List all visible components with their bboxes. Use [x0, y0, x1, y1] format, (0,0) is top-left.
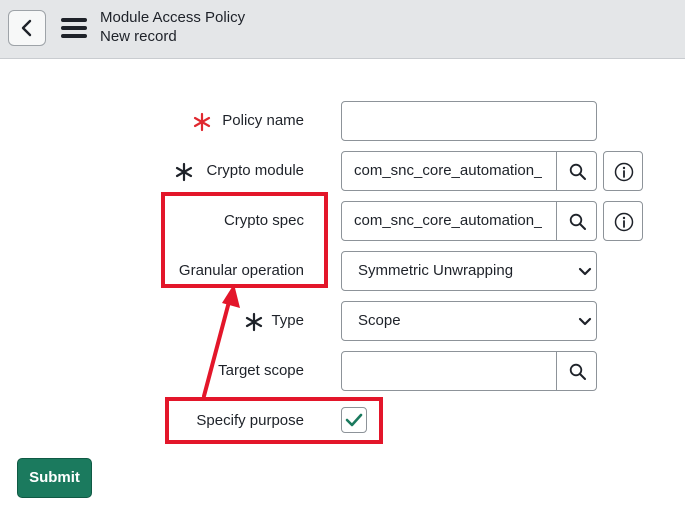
- hamburger-menu-icon[interactable]: [61, 18, 87, 38]
- required-asterisk-icon: [175, 162, 193, 182]
- crypto-module-info-button[interactable]: [603, 151, 643, 191]
- crypto-spec-value: com_snc_core_automation_: [354, 212, 542, 229]
- target-scope-lookup-button[interactable]: [557, 352, 597, 390]
- granular-operation-selected: Symmetric Unwrapping: [358, 262, 514, 279]
- highlight-box-crypto-spec-granular: [161, 192, 328, 288]
- policy-name-input[interactable]: [341, 101, 597, 141]
- info-icon: [614, 162, 634, 182]
- crypto-module-value: com_snc_core_automation_: [354, 162, 542, 179]
- chevron-left-icon: [21, 19, 32, 37]
- required-asterisk-icon: [193, 112, 211, 132]
- submit-button[interactable]: Submit: [17, 458, 92, 498]
- search-icon: [569, 213, 586, 230]
- type-label: Type: [271, 312, 304, 329]
- crypto-module-label: Crypto module: [206, 162, 304, 179]
- chevron-down-icon: [578, 317, 592, 326]
- type-selected: Scope: [358, 312, 401, 329]
- back-button[interactable]: [8, 10, 46, 46]
- header-bar: Module Access Policy New record: [0, 0, 685, 59]
- crypto-module-reference-field[interactable]: com_snc_core_automation_: [341, 151, 597, 191]
- chevron-down-icon: [578, 267, 592, 276]
- page-subtitle: New record: [100, 28, 177, 45]
- page-title: Module Access Policy: [100, 9, 246, 26]
- crypto-module-lookup-button[interactable]: [557, 152, 597, 190]
- highlight-box-specify-purpose: [165, 397, 383, 444]
- search-icon: [569, 163, 586, 180]
- crypto-spec-lookup-button[interactable]: [557, 202, 597, 240]
- info-icon: [614, 212, 634, 232]
- granular-operation-select[interactable]: Symmetric Unwrapping: [341, 251, 597, 291]
- target-scope-reference-field[interactable]: [341, 351, 597, 391]
- policy-name-label: Policy name: [222, 112, 304, 129]
- crypto-spec-info-button[interactable]: [603, 201, 643, 241]
- type-select[interactable]: Scope: [341, 301, 597, 341]
- annotation-arrow-icon: [202, 284, 240, 398]
- crypto-spec-reference-field[interactable]: com_snc_core_automation_: [341, 201, 597, 241]
- search-icon: [569, 363, 586, 380]
